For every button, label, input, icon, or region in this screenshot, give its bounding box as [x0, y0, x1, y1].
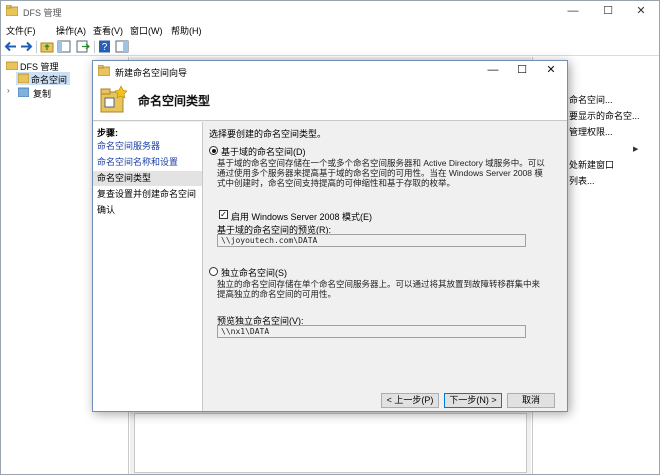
standalone-namespace-radio[interactable] [209, 267, 218, 276]
wizard-app-icon [98, 65, 110, 76]
maximize-button[interactable]: ☐ [598, 3, 618, 19]
standalone-preview-field: \\nx1\DATA [217, 325, 526, 338]
steps-title: 步骤: [97, 128, 118, 138]
action-item[interactable]: 管理权限... [569, 125, 613, 138]
toolbar-separator [36, 41, 37, 53]
toolbar-separator [94, 41, 95, 53]
dfs-root-icon [6, 61, 18, 70]
menu-window[interactable]: 窗口(W) [130, 24, 163, 37]
wizard-titlebar: 新建命名空间向导 — ☐ ✕ [93, 61, 567, 81]
export-list-icon[interactable] [76, 40, 90, 53]
menu-view[interactable]: 查看(V) [93, 24, 123, 37]
wizard-maximize-button[interactable]: ☐ [511, 62, 533, 79]
submenu-arrow-icon[interactable]: ▶ [633, 145, 638, 153]
action-item[interactable]: 命名空间... [569, 93, 613, 106]
forward-arrow-icon[interactable] [19, 40, 33, 53]
standalone-namespace-desc: 独立的命名空间存储在单个命名空间服务器上。可以通过将其放置到故障转移群集中来提高… [217, 279, 541, 299]
results-list [134, 413, 527, 473]
step-confirm: 确认 [97, 205, 116, 215]
menu-bar: 文件(F) 操作(A) 查看(V) 窗口(W) 帮助(H) [1, 21, 659, 38]
cancel-button[interactable]: 取消 [507, 393, 555, 408]
tree-item-label: 命名空间 [31, 75, 68, 85]
minimize-button[interactable]: — [563, 3, 583, 19]
tree-item-replication[interactable]: 复制 [33, 87, 51, 100]
domain-namespace-desc: 基于域的命名空间存储在一个或多个命名空间服务器和 Active Director… [217, 158, 545, 188]
replication-icon [18, 87, 29, 97]
ws2008-mode-label[interactable]: 启用 Windows Server 2008 模式(E) [231, 210, 372, 223]
tree-item-namespaces[interactable]: 命名空间 [16, 72, 70, 85]
namespace-wizard-icon [100, 85, 128, 113]
back-button[interactable]: < 上一步(P) [381, 393, 439, 408]
domain-namespace-label[interactable]: 基于域的命名空间(D) [221, 145, 306, 158]
step-namespace-server[interactable]: 命名空间服务器 [93, 139, 202, 154]
next-button[interactable]: 下一步(N) > [444, 393, 502, 408]
main-title: DFS 管理 [23, 8, 62, 18]
domain-namespace-radio[interactable] [209, 146, 218, 155]
help-icon[interactable]: ? [98, 40, 112, 53]
up-folder-icon[interactable] [40, 40, 54, 53]
standalone-namespace-label[interactable]: 独立命名空间(S) [221, 266, 287, 279]
namespace-icon [18, 73, 29, 83]
wizard-close-button[interactable]: ✕ [540, 62, 562, 79]
wizard-header: 命名空间类型 [93, 81, 567, 121]
action-item[interactable]: 要显示的命名空... [569, 109, 640, 122]
back-arrow-icon[interactable] [4, 40, 18, 53]
menu-help[interactable]: 帮助(H) [171, 24, 202, 37]
wizard-content: 选择要创建的命名空间类型。 基于域的命名空间(D) 基于域的命名空间存储在一个或… [204, 122, 567, 411]
new-namespace-wizard: 新建命名空间向导 — ☐ ✕ 命名空间类型 步骤: 命名空间服务器 命名空间名称… [92, 60, 568, 412]
step-review-create: 复查设置并创建命名空间 [97, 189, 197, 199]
ws2008-mode-checkbox[interactable]: ✓ [219, 210, 228, 219]
show-hide-tree-icon[interactable] [57, 40, 71, 53]
properties-pane-icon[interactable] [115, 40, 129, 53]
action-item[interactable]: 列表... [569, 174, 595, 187]
toolbar: ? [1, 38, 659, 56]
step-namespace-name[interactable]: 命名空间名称和设置 [93, 155, 202, 170]
dfs-app-icon [6, 5, 18, 16]
menu-action[interactable]: 操作(A) [56, 24, 86, 37]
wizard-minimize-button[interactable]: — [482, 62, 504, 79]
domain-preview-field: \\joyoutech.com\DATA [217, 234, 526, 247]
close-button[interactable]: ✕ [631, 3, 651, 19]
svg-text:?: ? [102, 42, 108, 53]
main-titlebar: DFS 管理 — ☐ ✕ [1, 1, 659, 21]
type-prompt: 选择要创建的命名空间类型。 [209, 129, 327, 139]
expand-chevron-icon[interactable]: › [7, 86, 10, 95]
wizard-title: 新建命名空间向导 [115, 68, 188, 78]
step-namespace-type: 命名空间类型 [93, 171, 202, 186]
wizard-header-title: 命名空间类型 [138, 94, 211, 108]
action-item[interactable]: 处新建窗口 [569, 158, 614, 171]
menu-file[interactable]: 文件(F) [6, 24, 36, 37]
wizard-steps: 步骤: 命名空间服务器 命名空间名称和设置 命名空间类型 复查设置并创建命名空间… [93, 122, 203, 411]
